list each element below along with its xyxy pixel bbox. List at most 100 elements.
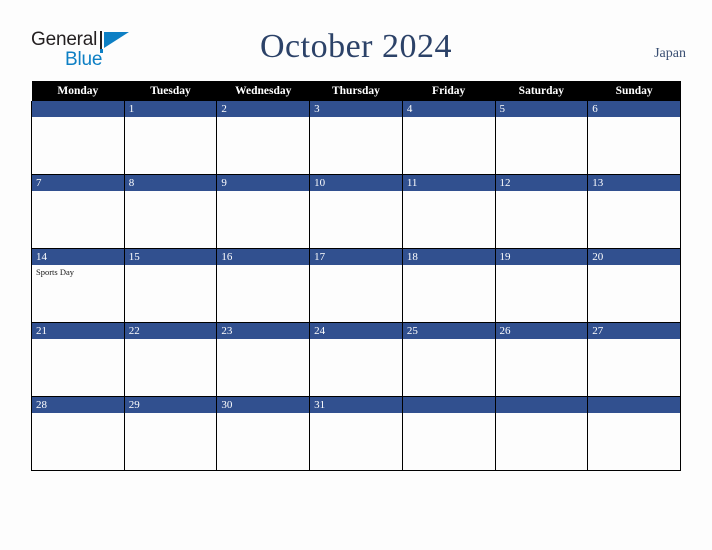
- calendar-day-cell[interactable]: 1: [123, 101, 218, 175]
- day-events: [588, 265, 680, 267]
- calendar-day-cell[interactable]: 21: [31, 322, 125, 397]
- day-number: 19: [495, 249, 588, 265]
- day-number: 7: [32, 175, 124, 191]
- day-number: 4: [402, 101, 495, 117]
- day-number: 31: [310, 397, 402, 413]
- calendar-empty-cell[interactable]: [587, 396, 681, 471]
- page-title: October 2024: [259, 28, 452, 65]
- day-events: [125, 413, 217, 415]
- day-events: [217, 339, 309, 341]
- calendar-day-cell[interactable]: 6: [587, 101, 681, 175]
- day-events: [32, 413, 124, 415]
- day-events: [403, 191, 495, 193]
- day-events: [496, 265, 588, 267]
- day-events: [125, 191, 217, 193]
- weekday-header-thursday: Thursday: [309, 81, 403, 101]
- day-events: [32, 191, 124, 193]
- calendar-week-row: 7 8 9 10 11 12 13: [31, 174, 681, 249]
- day-events: [496, 339, 588, 341]
- calendar-day-cell[interactable]: 30: [216, 396, 311, 471]
- calendar-empty-cell[interactable]: [494, 396, 589, 471]
- calendar-day-cell[interactable]: 7: [31, 174, 125, 249]
- day-events: [125, 265, 217, 267]
- calendar-day-cell[interactable]: 16: [216, 248, 311, 323]
- calendar-day-cell[interactable]: 8: [123, 174, 218, 249]
- day-number: 25: [402, 323, 495, 339]
- day-events: [310, 339, 402, 341]
- day-events: [496, 191, 588, 193]
- calendar-week-row: 28 29 30 31: [31, 396, 681, 471]
- day-events: [32, 339, 124, 341]
- calendar-day-cell[interactable]: 17: [309, 248, 403, 323]
- calendar-day-cell[interactable]: 26: [494, 322, 589, 397]
- calendar-day-cell[interactable]: 18: [401, 248, 496, 323]
- calendar-body: 1 2 3 4 5 6 7 8 9 10 11 12 13 14 Sports Day 15 16 17 18 19 2…: [31, 101, 681, 471]
- day-number: 3: [310, 101, 402, 117]
- day-number: 17: [310, 249, 402, 265]
- day-events: [310, 191, 402, 193]
- calendar-day-cell[interactable]: 23: [216, 322, 311, 397]
- day-events: [588, 117, 680, 119]
- calendar-day-cell[interactable]: 9: [216, 174, 311, 249]
- day-events: [310, 117, 402, 119]
- day-number: 18: [402, 249, 495, 265]
- day-number: 11: [402, 175, 495, 191]
- calendar-day-cell[interactable]: 25: [401, 322, 496, 397]
- calendar-day-cell[interactable]: 10: [309, 174, 403, 249]
- holiday-event: Sports Day: [36, 267, 75, 277]
- day-events: [588, 413, 680, 415]
- day-number: [495, 397, 588, 413]
- day-number: 26: [495, 323, 588, 339]
- weekday-header-wednesday: Wednesday: [216, 81, 310, 101]
- calendar-day-cell[interactable]: 24: [309, 322, 403, 397]
- calendar-day-cell[interactable]: 3: [309, 101, 403, 175]
- calendar-day-cell[interactable]: 27: [587, 322, 681, 397]
- calendar-day-cell[interactable]: 11: [401, 174, 496, 249]
- calendar-day-cell[interactable]: 31: [309, 396, 403, 471]
- day-number: 16: [217, 249, 310, 265]
- day-events: [310, 265, 402, 267]
- day-number: [32, 101, 124, 117]
- day-number: [402, 397, 495, 413]
- calendar-week-row: 123456: [31, 101, 681, 175]
- calendar-day-cell[interactable]: 2: [216, 101, 311, 175]
- calendar-day-cell[interactable]: 12: [494, 174, 589, 249]
- day-number: 21: [32, 323, 124, 339]
- day-number: 30: [217, 397, 310, 413]
- calendar-grid: Monday Tuesday Wednesday Thursday Friday…: [31, 81, 681, 471]
- day-events: [403, 413, 495, 415]
- calendar-day-cell[interactable]: 14 Sports Day: [31, 248, 125, 323]
- day-events: [403, 339, 495, 341]
- weekday-header-saturday: Saturday: [495, 81, 588, 101]
- calendar-day-cell[interactable]: 28: [31, 396, 125, 471]
- day-events: [125, 339, 217, 341]
- calendar-day-cell[interactable]: 4: [401, 101, 496, 175]
- country-label: Japan: [654, 46, 686, 61]
- day-number: 29: [124, 397, 217, 413]
- day-number: 8: [124, 175, 217, 191]
- calendar-day-cell[interactable]: 19: [494, 248, 589, 323]
- day-number: 10: [310, 175, 402, 191]
- calendar-day-cell[interactable]: 5: [494, 101, 589, 175]
- day-events: [496, 413, 588, 415]
- weekday-header-row: Monday Tuesday Wednesday Thursday Friday…: [31, 81, 681, 101]
- calendar-day-cell[interactable]: 29: [123, 396, 218, 471]
- calendar-empty-cell[interactable]: [31, 101, 125, 175]
- calendar-empty-cell[interactable]: [401, 396, 496, 471]
- calendar-day-cell[interactable]: 22: [123, 322, 218, 397]
- day-events: [403, 265, 495, 267]
- day-events: [125, 117, 217, 119]
- day-events: [32, 117, 124, 119]
- calendar-day-cell[interactable]: 15: [123, 248, 218, 323]
- calendar-day-cell[interactable]: 20: [587, 248, 681, 323]
- day-number: 9: [217, 175, 310, 191]
- day-number: 24: [310, 323, 402, 339]
- day-events: [217, 191, 309, 193]
- day-number: 5: [495, 101, 588, 117]
- day-events: [217, 265, 309, 267]
- day-events: [588, 339, 680, 341]
- calendar-day-cell[interactable]: 13: [587, 174, 681, 249]
- day-number: 12: [495, 175, 588, 191]
- day-number: 28: [32, 397, 124, 413]
- day-events: [217, 117, 309, 119]
